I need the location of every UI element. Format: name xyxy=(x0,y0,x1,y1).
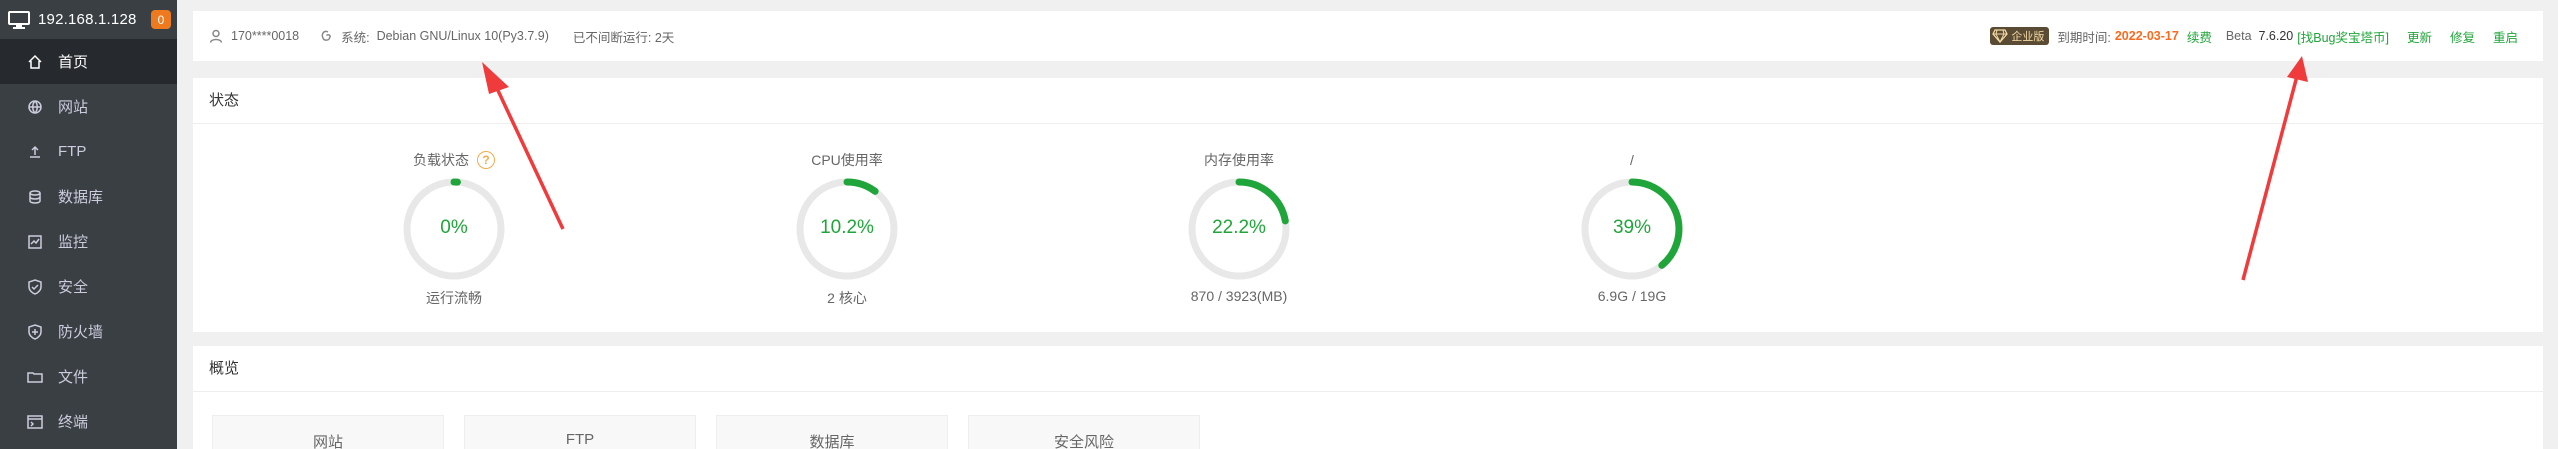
version-prefix: Beta xyxy=(2225,29,2252,43)
overview-card-security-risk[interactable]: 安全风险 xyxy=(968,415,1200,449)
uptime: 已不间断运行: 2天 xyxy=(572,30,675,45)
database-icon xyxy=(26,188,44,206)
sidebar-item-firewall[interactable]: 防火墙 xyxy=(0,309,177,354)
sidebar-item-label: 监控 xyxy=(58,234,89,251)
overview-panel: 概览 网站 FTP 数据库 安全风险 xyxy=(193,346,2543,449)
sidebar-item-security[interactable]: 安全 xyxy=(0,264,177,309)
overview-panel-title: 概览 xyxy=(193,346,2543,392)
version-number: 7.6.20 xyxy=(2258,29,2294,43)
sidebar-item-label: FTP xyxy=(58,143,87,160)
system-value: Debian GNU/Linux 10(Py3.7.9) xyxy=(376,29,549,43)
user-icon xyxy=(209,29,223,43)
expire-label: 到期时间: xyxy=(2057,30,2111,45)
user-account: 170****0018 xyxy=(231,29,300,43)
gauge-title: 负载状态 ? xyxy=(334,150,574,170)
sidebar-item-label: 首页 xyxy=(58,54,89,71)
help-icon[interactable]: ? xyxy=(477,151,495,169)
sidebar-item-ftp[interactable]: FTP xyxy=(0,129,177,174)
overview-card-website[interactable]: 网站 xyxy=(212,415,444,449)
globe-icon xyxy=(26,98,44,116)
status-panel: 状态 负载状态 ? 0% 运行流畅 CPU使用率 10.2% 2 核心 内存使用… xyxy=(193,78,2543,332)
gauge-title-text: / xyxy=(1630,152,1634,168)
host-ip: 192.168.1.128 xyxy=(38,11,137,28)
sidebar-item-files[interactable]: 文件 xyxy=(0,354,177,399)
sidebar-item-home[interactable]: 首页 xyxy=(0,39,177,84)
sidebar-item-label: 网站 xyxy=(58,99,89,116)
version-info: Beta 7.6.20 xyxy=(2226,29,2293,43)
gauge-title: 内存使用率 xyxy=(1119,150,1359,170)
enterprise-label: 企业版 xyxy=(2011,31,2045,43)
terminal-icon xyxy=(26,413,44,431)
gauge-subtext: 运行流畅 xyxy=(426,290,482,306)
gauge-load[interactable]: 负载状态 ? 0% 运行流畅 xyxy=(334,150,574,308)
restart-link[interactable]: 重启 xyxy=(2493,27,2518,46)
host-header[interactable]: 192.168.1.128 0 xyxy=(0,0,177,39)
system-label: 系统: xyxy=(341,30,370,45)
gauge-title: CPU使用率 xyxy=(727,150,967,170)
message-count-badge[interactable]: 0 xyxy=(151,10,171,29)
sidebar-item-label: 防火墙 xyxy=(58,324,104,341)
overview-card-database[interactable]: 数据库 xyxy=(716,415,948,449)
sidebar-item-terminal[interactable]: 终端 xyxy=(0,399,177,444)
status-panel-title: 状态 xyxy=(193,78,2543,124)
sidebar: 192.168.1.128 0 首页 网站 FTP 数据库 监控 安全 防火墙 … xyxy=(0,0,177,449)
renew-link[interactable]: 续费 xyxy=(2187,27,2212,46)
update-link[interactable]: 更新 xyxy=(2407,27,2432,46)
user-info[interactable]: 170****0018 xyxy=(209,29,299,43)
repair-link[interactable]: 修复 xyxy=(2450,27,2475,46)
gauge-value: 39% xyxy=(1612,217,1652,238)
upload-icon xyxy=(26,143,44,161)
firewall-icon xyxy=(26,323,44,341)
gauge-subtext: 6.9G / 19G xyxy=(1597,288,1667,304)
gauge-value: 22.2% xyxy=(1212,217,1266,238)
expire-date: 2022-03-17 xyxy=(2114,29,2179,43)
gauge-title-text: CPU使用率 xyxy=(811,152,883,168)
monitor-icon xyxy=(8,10,30,29)
overview-cards: 网站 FTP 数据库 安全风险 xyxy=(212,415,1220,449)
gauge-subtext: 870 / 3923(MB) xyxy=(1190,288,1288,304)
gauge-value: 10.2% xyxy=(820,217,874,238)
home-icon xyxy=(26,53,44,71)
gauge-disk[interactable]: / 39% 6.9G / 19G xyxy=(1512,150,1752,304)
diamond-icon xyxy=(1992,29,2009,43)
sidebar-item-monitor[interactable]: 监控 xyxy=(0,219,177,264)
gauge-value: 0% xyxy=(440,217,468,238)
sidebar-item-label: 终端 xyxy=(58,414,89,431)
sidebar-item-label: 安全 xyxy=(58,279,89,296)
gauge-title-text: 负载状态 xyxy=(413,152,469,168)
folder-icon xyxy=(26,368,44,386)
debian-icon xyxy=(321,30,331,41)
gauge-cpu[interactable]: CPU使用率 10.2% 2 核心 xyxy=(727,150,967,308)
sidebar-item-label: 数据库 xyxy=(58,189,104,206)
sidebar-item-label: 文件 xyxy=(58,369,89,386)
sidebar-item-website[interactable]: 网站 xyxy=(0,84,177,129)
topbar-right: 企业版 到期时间: 2022-03-17 续费 Beta 7.6.20 [找Bu… xyxy=(1990,27,2518,46)
gauge-subtext: 2 核心 xyxy=(827,290,867,306)
system-info: 系统: Debian GNU/Linux 10(Py3.7.9) xyxy=(319,27,549,46)
gauge-title-text: 内存使用率 xyxy=(1204,152,1274,168)
enterprise-badge: 企业版 xyxy=(1990,27,2050,45)
top-info-bar: 170****0018 系统: Debian GNU/Linux 10(Py3.… xyxy=(193,11,2543,61)
gauge-title: / xyxy=(1512,150,1752,170)
gauge-memory[interactable]: 内存使用率 22.2% 870 / 3923(MB) xyxy=(1119,150,1359,304)
overview-card-ftp[interactable]: FTP xyxy=(464,415,696,449)
bug-bounty-link[interactable]: [找Bug奖宝塔币] xyxy=(2297,27,2389,46)
shield-icon xyxy=(26,278,44,296)
sidebar-item-database[interactable]: 数据库 xyxy=(0,174,177,219)
monitor-icon xyxy=(26,233,44,251)
